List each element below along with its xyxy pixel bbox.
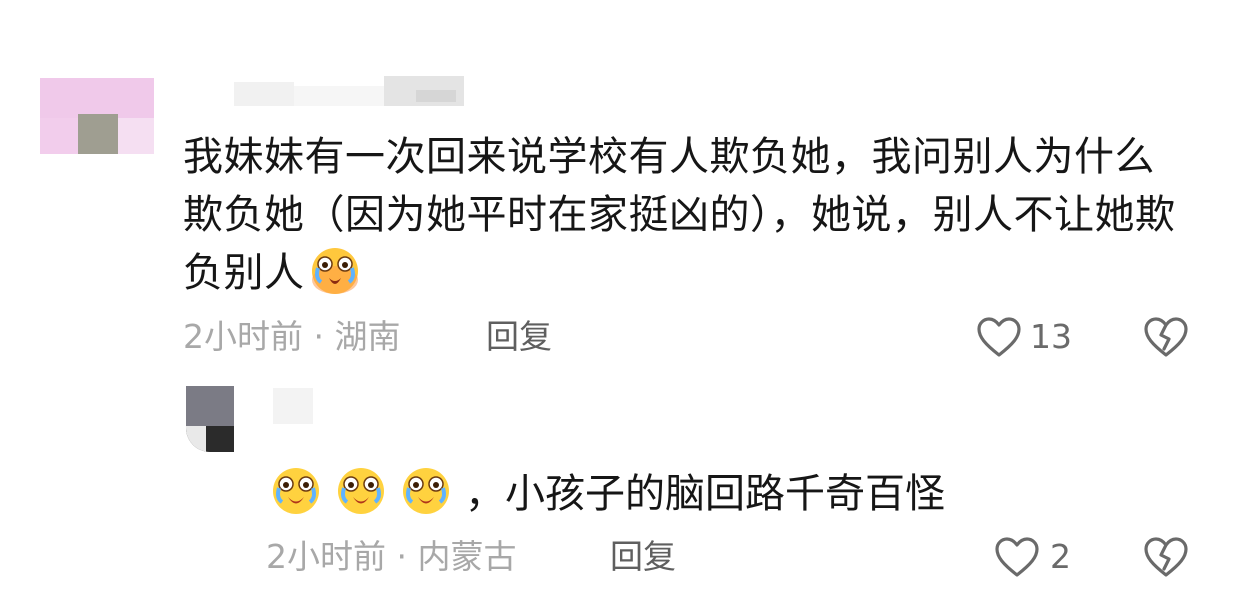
comment-meta: 2小时前 · 内蒙古 xyxy=(266,537,517,576)
avatar[interactable] xyxy=(186,386,234,452)
comment-body: ，小孩子的脑回路千奇百怪 xyxy=(465,471,945,517)
broken-heart-icon[interactable] xyxy=(1142,535,1190,579)
comment-meta: 2小时前 · 湖南 xyxy=(183,317,401,356)
crying-laughing-emoji-icon xyxy=(335,464,387,516)
reply-button[interactable]: 回复 xyxy=(486,317,552,357)
reply-button[interactable]: 回复 xyxy=(610,537,676,577)
crying-laughing-emoji-icon xyxy=(400,464,452,516)
comment-text: ，小孩子的脑回路千奇百怪 xyxy=(270,460,945,520)
username-blurred[interactable] xyxy=(234,76,484,106)
heart-icon[interactable] xyxy=(993,535,1041,579)
username-blurred[interactable] xyxy=(273,388,313,424)
broken-heart-icon[interactable] xyxy=(1142,315,1190,359)
heart-icon[interactable] xyxy=(975,315,1023,359)
crying-laughing-emoji-icon xyxy=(270,464,322,516)
crying-laughing-emoji-icon xyxy=(309,244,361,296)
comment-text: 我妹妹有一次回来说学校有人欺负她，我问别人为什么欺负她（因为她平时在家挺凶的），… xyxy=(183,128,1193,302)
like-count: 2 xyxy=(1050,537,1071,576)
like-count: 13 xyxy=(1030,317,1072,356)
avatar[interactable] xyxy=(40,78,154,154)
